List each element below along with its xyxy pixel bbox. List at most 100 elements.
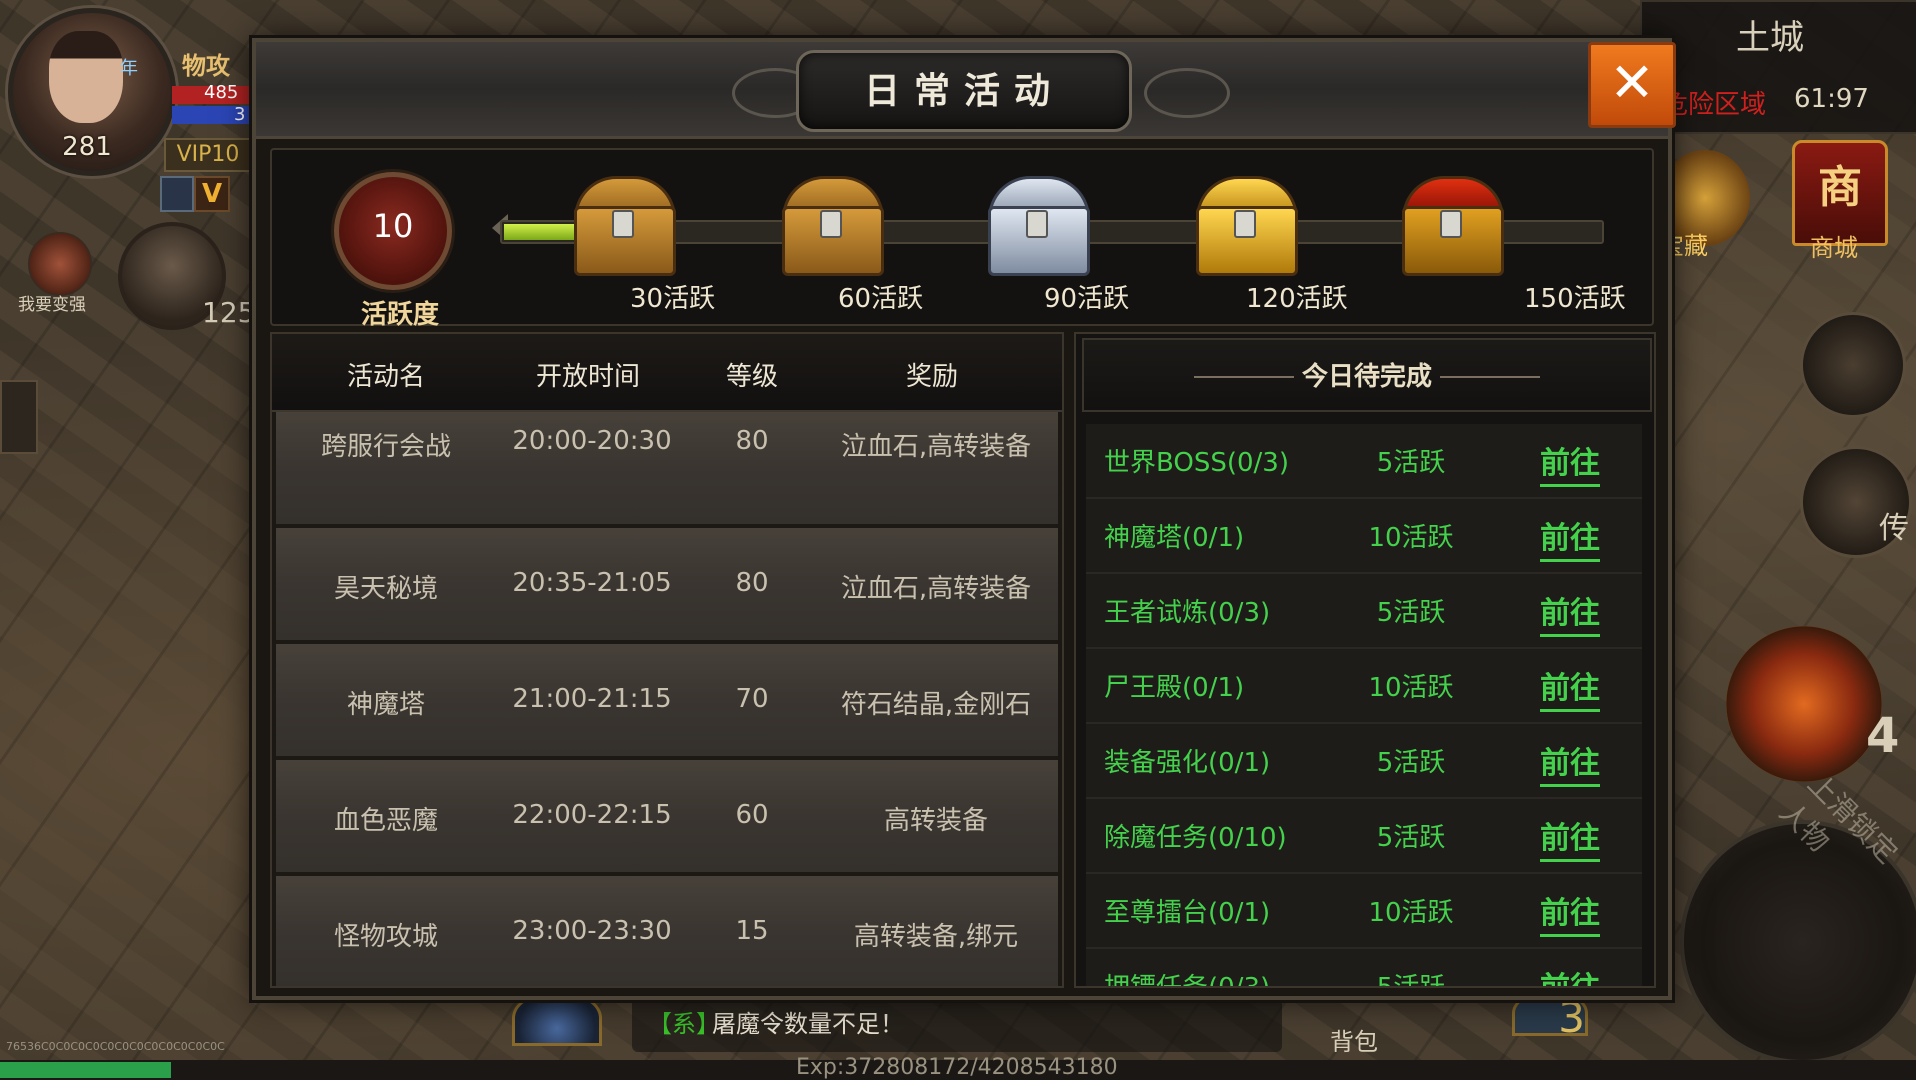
- activity-name: 怪物攻城: [333, 922, 438, 952]
- bag-button[interactable]: 背包: [1330, 1022, 1378, 1057]
- skill-count: 4: [1866, 708, 1900, 764]
- level-requirement: 80: [735, 568, 769, 598]
- chest-lock-icon: [612, 210, 634, 238]
- go-button[interactable]: 前往: [1540, 888, 1600, 937]
- go-button[interactable]: 前往: [1540, 813, 1600, 862]
- task-name: 王者试炼(0/3): [1104, 598, 1271, 628]
- vip-v-icon[interactable]: V: [194, 176, 230, 212]
- task-name: 装备强化(0/1): [1104, 748, 1271, 778]
- ornament-right-icon: [1144, 68, 1230, 118]
- teleport-icon[interactable]: 传: [1800, 446, 1912, 558]
- chest-lock-icon: [1440, 210, 1462, 238]
- task-name: 除魔任务(0/10): [1104, 823, 1287, 853]
- map-name: 土城: [1736, 18, 1804, 58]
- pet-level: 125: [202, 296, 256, 329]
- open-time: 20:00-20:30: [512, 426, 672, 456]
- title-plaque: 日常活动: [796, 50, 1132, 132]
- go-button[interactable]: 前往: [1540, 663, 1600, 712]
- header-reward: 奖励: [905, 362, 958, 392]
- side-panel-handle[interactable]: [0, 380, 38, 454]
- go-button[interactable]: 前往: [1540, 738, 1600, 787]
- task-points: 5活跃: [1376, 973, 1446, 988]
- activity-name: 血色恶魔: [333, 806, 438, 836]
- table-row[interactable]: 昊天秘境 20:35-21:05 80 泣血石,高转装备: [276, 528, 1058, 644]
- list-item: 世界BOSS(0/3) 5活跃 前往: [1086, 424, 1642, 499]
- treasure-chest-icon[interactable]: [782, 176, 884, 276]
- player-level: 281: [62, 132, 112, 162]
- buff-icon[interactable]: [160, 176, 194, 212]
- task-points: 5活跃: [1376, 448, 1446, 478]
- open-time: 20:35-21:05: [512, 568, 672, 598]
- treasure-chest-icon[interactable]: [988, 176, 1090, 276]
- go-button[interactable]: 前往: [1540, 513, 1600, 562]
- crossed-swords-icon[interactable]: [1800, 312, 1906, 418]
- open-time: 22:00-22:15: [512, 800, 672, 830]
- chest-lock-icon: [1234, 210, 1256, 238]
- treasure-chest-icon[interactable]: [1402, 176, 1504, 276]
- table-header: 活动名 开放时间 等级 奖励: [272, 334, 1062, 412]
- list-item: 装备强化(0/1) 5活跃 前往: [1086, 724, 1642, 799]
- go-button[interactable]: 前往: [1540, 588, 1600, 637]
- activity-value: 10: [372, 207, 414, 245]
- level-requirement: 80: [735, 426, 769, 456]
- task-name: 世界BOSS(0/3): [1104, 448, 1289, 478]
- shop-label: 商城: [1810, 234, 1858, 262]
- vip-badge[interactable]: VIP10: [164, 138, 252, 172]
- daily-activity-dialog: 日常活动 ✕ 10 活跃度 30活跃 60活跃 90活跃 120活跃 150活跃…: [252, 38, 1676, 1000]
- milestone-label: 30活跃: [630, 284, 716, 314]
- table-row[interactable]: 跨服行会战 20:00-20:30 80 泣血石,高转装备: [276, 412, 1058, 528]
- milestone-label: 90活跃: [1044, 284, 1130, 314]
- level-requirement: 15: [735, 916, 769, 946]
- header-level: 等级: [725, 362, 778, 392]
- activity-name: 昊天秘境: [333, 574, 438, 604]
- level-requirement: 70: [735, 684, 769, 714]
- activity-name: 跨服行会战: [320, 432, 451, 462]
- todo-header: 今日待完成: [1082, 338, 1652, 412]
- activity-progress-fill: [504, 224, 577, 240]
- todo-panel: 今日待完成 世界BOSS(0/3) 5活跃 前往 神魔塔(0/1) 10活跃 前…: [1074, 332, 1656, 988]
- activity-progress-panel: 10 活跃度 30活跃 60活跃 90活跃 120活跃 150活跃: [270, 148, 1654, 330]
- year-badge: 年: [120, 58, 138, 79]
- mp-value: 3: [234, 104, 246, 125]
- list-item: 尸王殿(0/1) 10活跃 前往: [1086, 649, 1642, 724]
- task-points: 5活跃: [1376, 598, 1446, 628]
- chest-lock-icon: [820, 210, 842, 238]
- activity-name: 神魔塔: [346, 690, 425, 720]
- hp-value: 485: [204, 82, 239, 103]
- player-portrait: [49, 31, 123, 123]
- skill-icon[interactable]: [1726, 626, 1882, 782]
- list-item: 除魔任务(0/10) 5活跃 前往: [1086, 799, 1642, 874]
- task-points: 10活跃: [1368, 673, 1454, 703]
- debug-text: 76536C0C0C0C0C0C0C0C0C0C0C0C0C: [6, 1040, 225, 1053]
- danger-zone-label: 危险区域: [1662, 90, 1767, 120]
- task-points: 5活跃: [1376, 823, 1446, 853]
- table-row[interactable]: 怪物攻城 23:00-23:30 15 高转装备,绑元: [276, 876, 1058, 986]
- table-row[interactable]: 血色恶魔 22:00-22:15 60 高转装备: [276, 760, 1058, 876]
- task-name: 神魔塔(0/1): [1104, 523, 1245, 553]
- table-row[interactable]: 神魔塔 21:00-21:15 70 符石结晶,金刚石: [276, 644, 1058, 760]
- open-time: 23:00-23:30: [512, 916, 672, 946]
- exp-text: Exp:372808172/4208543180: [796, 1055, 1118, 1080]
- go-button[interactable]: 前往: [1540, 438, 1600, 487]
- activity-badge: 10: [334, 172, 452, 290]
- reward: 符石结晶,金刚石: [840, 690, 1032, 720]
- system-tag: 【系】: [648, 1010, 720, 1038]
- treasure-chest-icon[interactable]: [1196, 176, 1298, 276]
- treasure-chest-icon[interactable]: [574, 176, 676, 276]
- activity-label: 活跃度: [360, 300, 439, 330]
- reward: 泣血石,高转装备: [840, 574, 1032, 604]
- header-open-time: 开放时间: [535, 362, 640, 392]
- reward: 高转装备: [883, 806, 988, 836]
- go-button[interactable]: 前往: [1540, 963, 1600, 986]
- close-button[interactable]: ✕: [1588, 42, 1676, 128]
- task-points: 10活跃: [1368, 523, 1454, 553]
- level-requirement: 60: [735, 800, 769, 830]
- fist-icon[interactable]: [28, 232, 92, 296]
- map-coordinates: 61:97: [1794, 84, 1869, 114]
- list-item: 押镖任务(0/3) 5活跃 前往: [1086, 949, 1642, 988]
- task-name: 押镖任务(0/3): [1104, 973, 1271, 988]
- system-message: 屠魔令数量不足！: [712, 1010, 904, 1038]
- attack-mode-button[interactable]: 物攻: [182, 46, 230, 81]
- task-name: 至尊擂台(0/1): [1104, 898, 1271, 928]
- milestone-label: 150活跃: [1524, 284, 1626, 314]
